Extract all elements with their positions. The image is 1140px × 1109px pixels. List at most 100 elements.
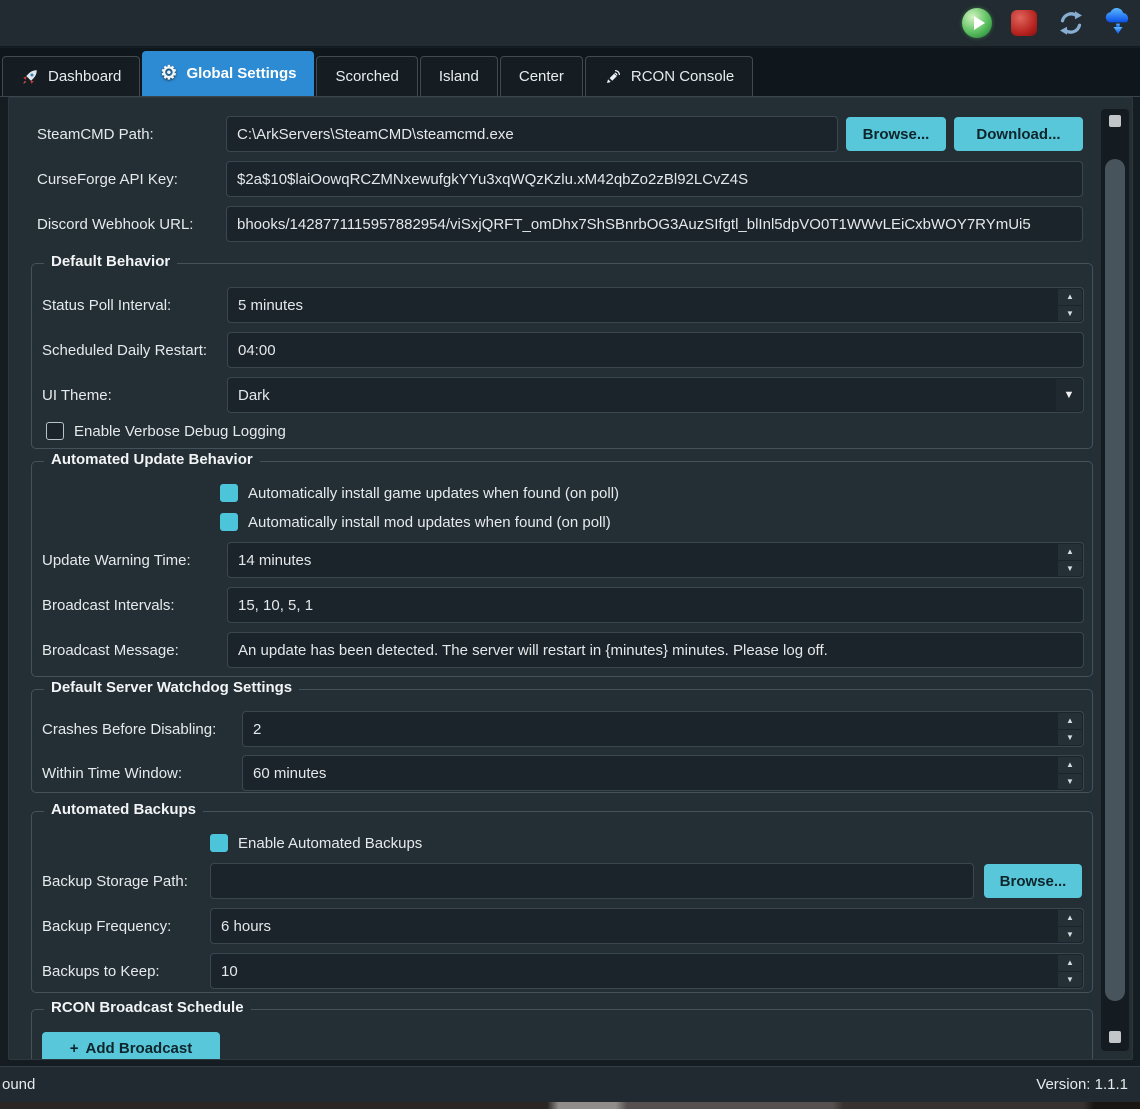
spin-down-icon[interactable]: ▼: [1058, 561, 1082, 577]
broadcast-message-label: Broadcast Message:: [42, 632, 179, 668]
status-poll-interval-arrows[interactable]: ▲▼: [1058, 289, 1082, 321]
verbose-logging-checkbox[interactable]: [46, 422, 64, 440]
update-warning-time-value: 14 minutes: [238, 552, 311, 569]
satellite-icon: [604, 68, 622, 86]
backups-to-keep-arrows[interactable]: ▲▼: [1058, 955, 1082, 987]
broadcast-message-value: An update has been detected. The server …: [238, 642, 828, 659]
status-poll-interval-spinbox[interactable]: 5 minutes ▲▼: [227, 287, 1084, 323]
ui-theme-dropdown[interactable]: Dark ▼: [227, 377, 1084, 413]
update-warning-time-arrows[interactable]: ▲▼: [1058, 544, 1082, 576]
status-text: ound: [2, 1076, 35, 1093]
steamcmd-browse-label: Browse...: [863, 126, 930, 143]
backup-frequency-arrows[interactable]: ▲▼: [1058, 910, 1082, 942]
toolbar: [0, 0, 1140, 47]
spin-down-icon[interactable]: ▼: [1058, 927, 1082, 943]
scrollbar-thumb[interactable]: [1105, 159, 1125, 1001]
steamcmd-browse-button[interactable]: Browse...: [846, 117, 946, 151]
scrollbar-down-button[interactable]: [1109, 1031, 1121, 1043]
spin-down-icon[interactable]: ▼: [1058, 730, 1082, 746]
steamcmd-download-button[interactable]: Download...: [954, 117, 1083, 151]
cloud-download-icon: [1103, 8, 1133, 38]
update-steamcmd-button[interactable]: [1102, 7, 1134, 39]
steamcmd-path-input[interactable]: C:\ArkServers\SteamCMD\steamcmd.exe: [226, 116, 838, 152]
tab-center[interactable]: Center: [500, 56, 583, 96]
spin-up-icon[interactable]: ▲: [1058, 757, 1082, 773]
backups-title: Automated Backups: [44, 801, 203, 818]
crashes-before-disabling-label: Crashes Before Disabling:: [42, 711, 216, 747]
rocket-icon: [21, 68, 39, 86]
within-time-window-value: 60 minutes: [253, 765, 326, 782]
tab-island-label: Island: [439, 68, 479, 85]
curseforge-api-key-label: CurseForge API Key:: [37, 161, 178, 197]
within-time-window-label: Within Time Window:: [42, 755, 182, 791]
discord-webhook-url-input[interactable]: bhooks/1428771115957882954/viSxjQRFT_omD…: [226, 206, 1083, 242]
backup-browse-label: Browse...: [1000, 873, 1067, 890]
dropdown-arrow-icon[interactable]: ▼: [1056, 379, 1082, 411]
verbose-logging-label: Enable Verbose Debug Logging: [74, 422, 286, 440]
watchdog-group: Default Server Watchdog Settings Crashes…: [31, 689, 1093, 793]
tab-dashboard[interactable]: Dashboard: [2, 56, 140, 96]
play-icon: [962, 8, 992, 38]
broadcast-intervals-label: Broadcast Intervals:: [42, 587, 175, 623]
tab-island[interactable]: Island: [420, 56, 498, 96]
scrollbar-up-button[interactable]: [1109, 115, 1121, 127]
gear-icon: ⚙: [160, 65, 177, 83]
spin-up-icon[interactable]: ▲: [1058, 289, 1082, 305]
within-time-window-spinbox[interactable]: 60 minutes ▲▼: [242, 755, 1084, 791]
tab-scorched-label: Scorched: [335, 68, 398, 85]
stop-icon: [1011, 10, 1037, 36]
auto-game-updates-checkbox[interactable]: [220, 484, 238, 502]
auto-mod-updates-label: Automatically install mod updates when f…: [248, 513, 611, 531]
automated-update-title: Automated Update Behavior: [44, 451, 260, 468]
backup-browse-button[interactable]: Browse...: [984, 864, 1082, 898]
tab-dashboard-label: Dashboard: [48, 68, 121, 85]
global-settings-panel: SteamCMD Path: C:\ArkServers\SteamCMD\st…: [8, 97, 1133, 1060]
discord-webhook-url-label: Discord Webhook URL:: [37, 206, 193, 242]
auto-game-updates-label: Automatically install game updates when …: [248, 484, 619, 502]
stop-server-button[interactable]: [1008, 7, 1040, 39]
add-broadcast-button[interactable]: + Add Broadcast: [42, 1032, 220, 1060]
crashes-before-disabling-spinbox[interactable]: 2 ▲▼: [242, 711, 1084, 747]
enable-backups-checkbox[interactable]: [210, 834, 228, 852]
ui-theme-value: Dark: [238, 387, 270, 404]
auto-mod-updates-checkbox[interactable]: [220, 513, 238, 531]
tab-global-settings[interactable]: ⚙ Global Settings: [142, 51, 314, 96]
version-label: Version: 1.1.1: [1036, 1076, 1128, 1093]
status-poll-interval-label: Status Poll Interval:: [42, 287, 171, 323]
scheduled-daily-restart-input[interactable]: 04:00: [227, 332, 1084, 368]
refresh-button[interactable]: [1055, 7, 1087, 39]
curseforge-api-key-input[interactable]: $2a$10$laiOowqRCZMNxewufgkYYu3xqWQzKzlu.…: [226, 161, 1083, 197]
broadcast-message-input[interactable]: An update has been detected. The server …: [227, 632, 1084, 668]
spin-down-icon[interactable]: ▼: [1058, 774, 1082, 790]
add-broadcast-label: Add Broadcast: [86, 1040, 193, 1057]
within-time-window-arrows[interactable]: ▲▼: [1058, 757, 1082, 789]
backups-to-keep-label: Backups to Keep:: [42, 953, 160, 989]
broadcast-intervals-input[interactable]: 15, 10, 5, 1: [227, 587, 1084, 623]
spin-up-icon[interactable]: ▲: [1058, 910, 1082, 926]
spin-up-icon[interactable]: ▲: [1058, 955, 1082, 971]
scrollbar-track[interactable]: [1101, 109, 1129, 1051]
scheduled-daily-restart-value: 04:00: [238, 342, 276, 359]
crashes-before-disabling-arrows[interactable]: ▲▼: [1058, 713, 1082, 745]
spin-down-icon[interactable]: ▼: [1058, 972, 1082, 988]
backups-to-keep-spinbox[interactable]: 10 ▲▼: [210, 953, 1084, 989]
broadcast-intervals-value: 15, 10, 5, 1: [238, 597, 313, 614]
start-server-button[interactable]: [961, 7, 993, 39]
default-behavior-group: Default Behavior Status Poll Interval: 5…: [31, 263, 1093, 449]
spin-down-icon[interactable]: ▼: [1058, 306, 1082, 322]
spin-up-icon[interactable]: ▲: [1058, 713, 1082, 729]
spin-up-icon[interactable]: ▲: [1058, 544, 1082, 560]
backup-storage-path-input[interactable]: [210, 863, 974, 899]
tab-bar: Dashboard ⚙ Global Settings Scorched Isl…: [0, 48, 1140, 97]
tab-global-settings-label: Global Settings: [186, 65, 296, 82]
tab-rcon-console[interactable]: RCON Console: [585, 56, 753, 96]
crashes-before-disabling-value: 2: [253, 721, 261, 738]
status-bar: ound Version: 1.1.1: [0, 1066, 1140, 1102]
backups-to-keep-value: 10: [221, 963, 238, 980]
discord-webhook-url-value: bhooks/1428771115957882954/viSxjQRFT_omD…: [237, 216, 1031, 233]
update-warning-time-label: Update Warning Time:: [42, 542, 191, 578]
ui-theme-label: UI Theme:: [42, 377, 112, 413]
backup-frequency-spinbox[interactable]: 6 hours ▲▼: [210, 908, 1084, 944]
update-warning-time-spinbox[interactable]: 14 minutes ▲▼: [227, 542, 1084, 578]
tab-scorched[interactable]: Scorched: [316, 56, 417, 96]
